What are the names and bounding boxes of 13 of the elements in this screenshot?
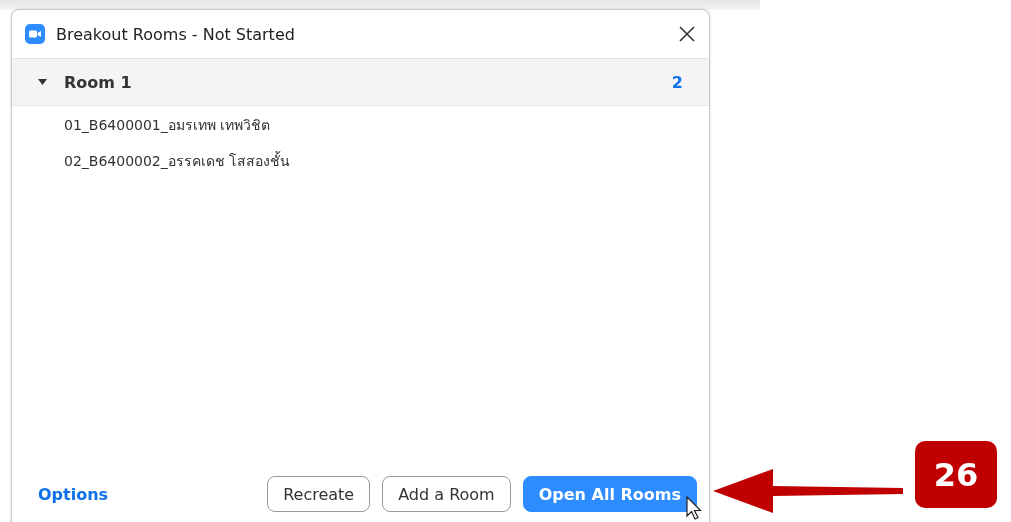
caret-icon[interactable] — [38, 79, 47, 85]
options-link[interactable]: Options — [38, 484, 268, 504]
room-name: Room 1 — [64, 72, 133, 92]
video-camera-icon — [25, 24, 45, 44]
participant-count: 2 — [671, 72, 683, 92]
participant-name[interactable]: 02_B6400002_อรรคเดช โสสองชั้น — [12, 142, 709, 178]
action-button[interactable]: Recreate — [267, 476, 371, 512]
step-number-badge: 26 — [915, 441, 997, 508]
room-row[interactable]: Room 1 2 — [12, 59, 709, 106]
close-icon[interactable] — [679, 26, 695, 42]
window-title: Breakout Rooms - Not Started — [56, 24, 296, 44]
participant-name[interactable]: 01_B6400001_อมรเทพ เทพวิชิต — [12, 106, 709, 142]
action-button[interactable]: Add a Room — [382, 476, 511, 512]
